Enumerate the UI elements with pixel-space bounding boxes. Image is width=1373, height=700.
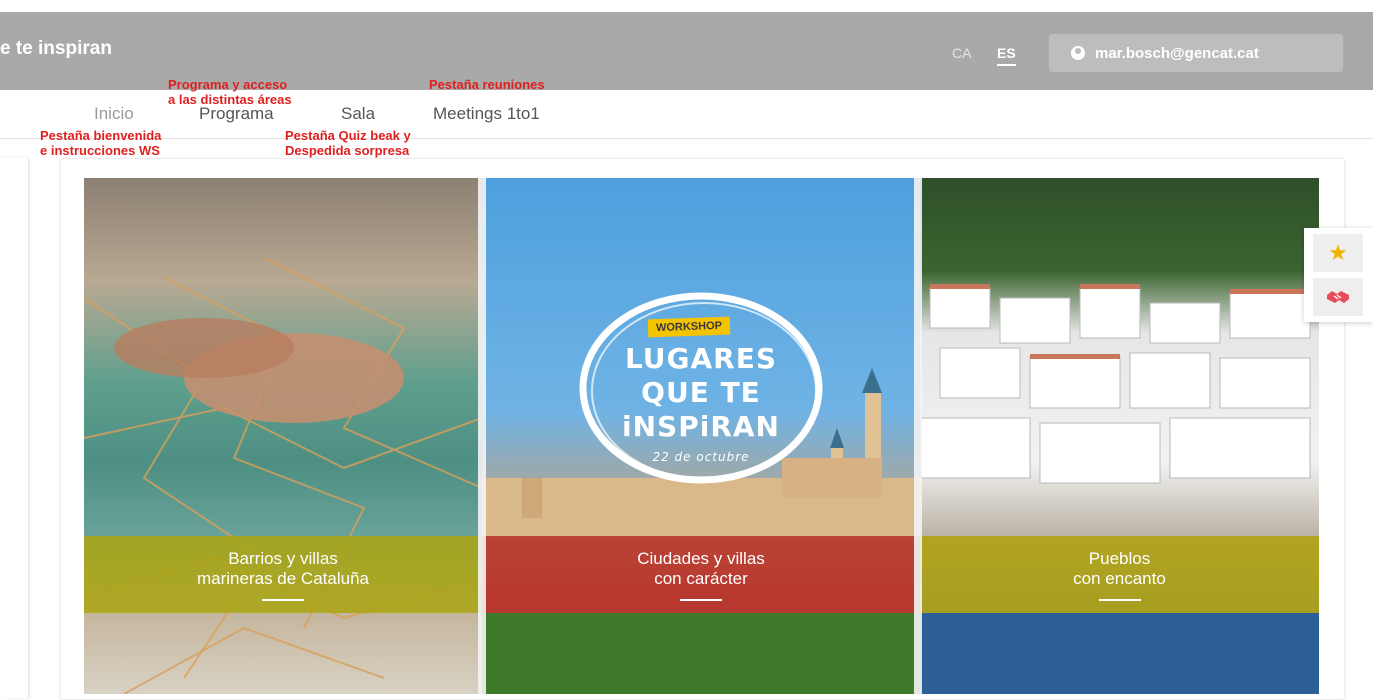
side-action-panel: ★: [1304, 228, 1373, 322]
annotation-reuniones: Pestaña reuniones: [429, 77, 545, 92]
panel-barrios-line2: marineras de Cataluña: [197, 568, 369, 588]
panel-pueblos-line2: con encanto: [1073, 568, 1166, 588]
logo-line1: LUGARES: [624, 342, 778, 375]
panel-barrios-line1: Barrios y villas: [228, 548, 338, 568]
handshake-icon: [1327, 291, 1349, 303]
workshop-badge: WORKSHOP: [647, 316, 731, 338]
torn-paper-edge: [914, 178, 922, 694]
tab-inicio[interactable]: Inicio: [94, 104, 134, 124]
left-side-card: [0, 158, 29, 698]
workshop-logo: WORKSHOP LUGARES QUE TE iNSPiRAN 22 de o…: [576, 288, 826, 488]
panel-ciudades-line1: Ciudades y villas: [637, 548, 765, 568]
user-account-button[interactable]: mar.bosch@gencat.cat: [1049, 34, 1343, 72]
app-title: e te inspiran: [0, 38, 112, 59]
annotation-bienvenida: Pestaña bienvenida e instrucciones WS: [40, 128, 162, 158]
caption-divider: [1098, 598, 1141, 601]
panel-barrios-caption: Barrios y villas marineras de Cataluña: [84, 536, 482, 613]
panel-pueblos[interactable]: Pueblos con encanto: [920, 178, 1319, 694]
torn-paper-edge: [478, 178, 486, 694]
panel-barrios[interactable]: Barrios y villas marineras de Cataluña: [84, 178, 482, 694]
star-icon: ★: [1328, 240, 1348, 265]
meeting-button[interactable]: [1313, 278, 1363, 316]
fishing-net-image: [84, 257, 482, 694]
annotation-programa: Programa y acceso a las distintas áreas: [168, 77, 292, 107]
caption-divider: [680, 598, 722, 601]
user-icon: [1071, 46, 1085, 60]
language-ca-link[interactable]: CA: [952, 45, 971, 61]
favorite-button[interactable]: ★: [1313, 234, 1363, 272]
user-email: mar.bosch@gencat.cat: [1095, 44, 1259, 62]
logo-date: 22 de octubre: [652, 450, 750, 464]
panel-ciudades-caption: Ciudades y villas con carácter: [482, 536, 920, 613]
logo-line2: QUE TE: [641, 376, 761, 409]
caption-divider: [262, 598, 304, 601]
tab-programa[interactable]: Programa: [199, 104, 274, 124]
panel-ciudades-line2: con carácter: [654, 568, 748, 588]
annotation-quiz: Pestaña Quiz beak y Despedida sorpresa: [285, 128, 411, 158]
panel-pueblos-line1: Pueblos: [1088, 548, 1151, 568]
language-es-link[interactable]: ES: [997, 45, 1016, 66]
logo-line3: iNSPiRAN: [622, 410, 780, 443]
tab-sala[interactable]: Sala: [341, 104, 375, 124]
coastal-village-image: [920, 284, 1319, 694]
panel-pueblos-caption: Pueblos con encanto: [920, 536, 1319, 613]
tab-meetings[interactable]: Meetings 1to1: [433, 104, 540, 124]
